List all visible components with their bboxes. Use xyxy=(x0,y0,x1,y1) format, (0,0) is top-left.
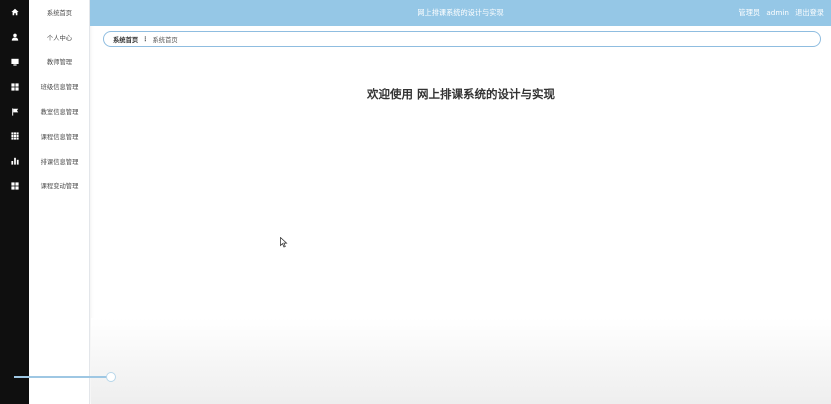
top-header: 网上排课系统的设计与实现 管理员 admin 退出登录 xyxy=(90,0,831,26)
breadcrumb: 系统首页 ⋮ 系统首页 xyxy=(103,31,821,47)
monitor-icon xyxy=(10,58,19,66)
breadcrumb-home-link[interactable]: 系统首页 xyxy=(113,35,138,44)
sidebar-item-teacher[interactable]: 教师管理 xyxy=(29,50,90,75)
grid-icon xyxy=(10,182,19,190)
rail-item-course-change[interactable] xyxy=(0,174,29,199)
rail-item-class[interactable] xyxy=(0,74,29,99)
rail-item-classroom[interactable] xyxy=(0,99,29,124)
rail-item-profile[interactable] xyxy=(0,25,29,50)
rail-item-home[interactable] xyxy=(0,0,29,25)
app-window: 系统首页 个人中心 教师管理 班级信息管理 教室信息管理 课程信息管理 排课信息… xyxy=(0,0,831,404)
grid-icon xyxy=(10,83,19,91)
rail-item-course[interactable] xyxy=(0,124,29,149)
sidebar-item-schedule[interactable]: 排课信息管理 xyxy=(29,149,90,174)
sidebar-item-course-change[interactable]: 课程变动管理 xyxy=(29,174,90,199)
main-background-fade xyxy=(91,318,831,404)
breadcrumb-separator: ⋮ xyxy=(142,35,149,43)
slider-handle[interactable] xyxy=(106,371,116,382)
sidebar-item-course[interactable]: 课程信息管理 xyxy=(29,124,90,149)
sidebar-item-home[interactable]: 系统首页 xyxy=(29,0,90,25)
home-icon xyxy=(10,9,19,16)
logout-link[interactable]: 退出登录 xyxy=(795,8,824,17)
slider-track[interactable] xyxy=(14,376,111,378)
bar-chart-icon xyxy=(10,157,19,165)
user-icon xyxy=(11,33,18,41)
user-role: 管理员 xyxy=(738,8,761,17)
flag-icon xyxy=(11,107,18,116)
table-icon xyxy=(10,132,19,140)
rail-item-schedule[interactable] xyxy=(0,149,29,174)
sidebar: 系统首页 个人中心 教师管理 班级信息管理 教室信息管理 课程信息管理 排课信息… xyxy=(29,0,90,404)
sidebar-item-class[interactable]: 班级信息管理 xyxy=(29,74,90,99)
icon-rail xyxy=(0,0,29,404)
app-title: 网上排课系统的设计与实现 xyxy=(417,8,504,17)
sidebar-item-classroom[interactable]: 教室信息管理 xyxy=(29,99,90,124)
rail-item-teacher[interactable] xyxy=(0,50,29,75)
mouse-cursor-icon xyxy=(280,237,288,248)
sidebar-item-profile[interactable]: 个人中心 xyxy=(29,25,90,50)
breadcrumb-current: 系统首页 xyxy=(152,36,178,44)
welcome-heading: 欢迎使用 网上排课系统的设计与实现 xyxy=(366,87,555,101)
header-user-area: 管理员 admin 退出登录 xyxy=(735,0,824,26)
username: admin xyxy=(766,8,789,17)
